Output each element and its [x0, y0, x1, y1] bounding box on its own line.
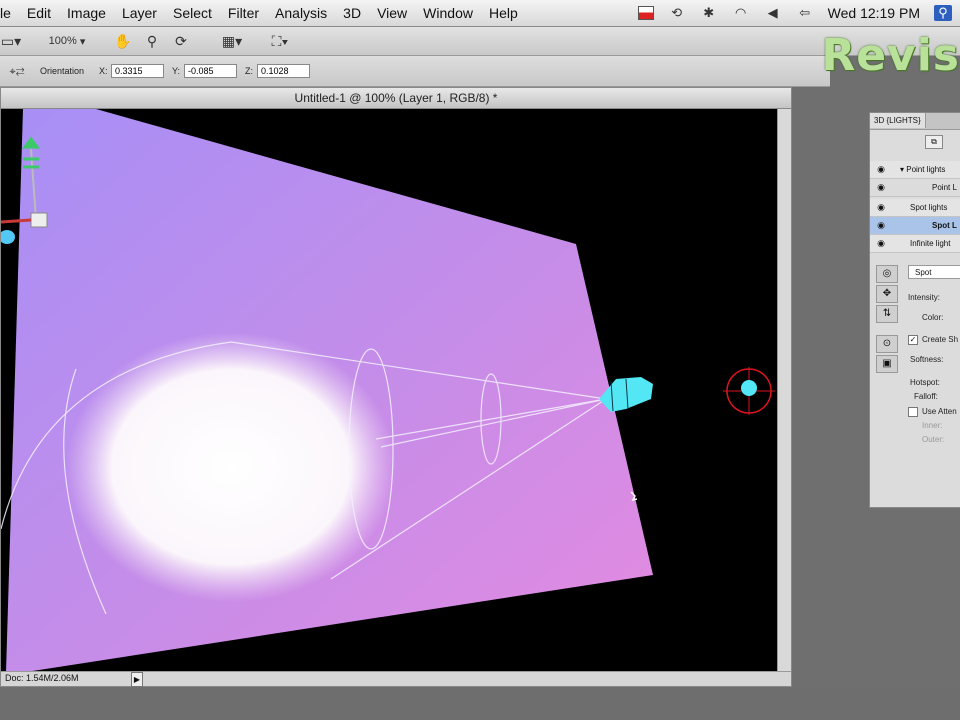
visibility-eye-icon[interactable]: ◉ — [875, 219, 887, 232]
scene-filter-icon[interactable]: ⧉ — [925, 135, 943, 149]
screen-mode-icon[interactable]: ▭▾ — [0, 31, 22, 51]
menu-image[interactable]: Image — [59, 5, 114, 21]
light-target-gizmo[interactable] — [723, 367, 775, 415]
color-label: Color: — [922, 313, 944, 322]
panel-tab-bar: 3D {LIGHTS} — [870, 113, 960, 130]
spotlight-hotspot — [66, 332, 396, 602]
z-label: Z: — [245, 66, 253, 76]
light-slide-tool-icon[interactable]: ⇅ — [876, 305, 898, 323]
tool-options-bar: ⌖⇄ Orientation X: Y: Z: — [0, 56, 830, 87]
create-shadows-checkbox[interactable]: ✓ — [908, 335, 918, 345]
softness-label: Softness: — [910, 355, 944, 364]
light-type-value: Spot — [915, 268, 932, 277]
hand-tool-icon[interactable]: ✋ — [113, 31, 133, 51]
light-row-spot-lights[interactable]: ◉ Spot lights — [870, 199, 960, 217]
desktop-background — [0, 688, 960, 720]
falloff-label: Falloff: — [914, 392, 938, 401]
use-attenuation-label: Use Atten — [922, 407, 957, 416]
outer-label: Outer: — [922, 435, 945, 444]
menu-view[interactable]: View — [369, 5, 415, 21]
light-row-point-light[interactable]: ◉ Point L — [870, 179, 960, 197]
light-row-point-lights[interactable]: ◉ ▾ Point lights — [870, 161, 960, 179]
use-attenuation-checkbox[interactable] — [908, 407, 918, 417]
menu-analysis[interactable]: Analysis — [267, 5, 335, 21]
light-group-label: Infinite light — [910, 239, 951, 248]
panel-tab-3d-lights[interactable]: 3D {LIGHTS} — [870, 113, 926, 128]
inner-label: Inner: — [922, 421, 943, 430]
panel-filter-buttons: ⧉ — [925, 135, 960, 149]
document-status-bar: Doc: 1.54M/2.06M ▶ — [1, 671, 791, 687]
visibility-eye-icon[interactable]: ◉ — [875, 163, 887, 176]
menu-edit[interactable]: Edit — [19, 5, 59, 21]
status-menu-arrow-icon[interactable]: ▶ — [131, 672, 143, 687]
bluetooth-icon[interactable]: ✱ — [700, 5, 718, 21]
light-row-spot-light-selected[interactable]: ◉ Spot L — [870, 217, 960, 235]
document-title[interactable]: Untitled-1 @ 100% (Layer 1, RGB/8) * — [1, 88, 791, 109]
menu-help[interactable]: Help — [481, 5, 526, 21]
light-rotate-tool-icon[interactable]: ◎ — [876, 265, 898, 283]
y-orientation-field[interactable] — [184, 64, 237, 78]
application-bar: ▭▾ 100% ▾ ✋ ⚲ ⟳ ▦▾ ⛶▾ — [0, 27, 960, 56]
move-to-view-icon[interactable]: ▣ — [876, 355, 898, 373]
light-item-label: Point L — [932, 183, 957, 192]
hotspot-label: Hotspot: — [910, 378, 940, 387]
x-label: X: — [99, 66, 108, 76]
zoom-level-select[interactable]: 100% ▾ — [42, 31, 92, 51]
screen-mode-toggle-icon[interactable]: ⛶▾ — [262, 31, 298, 51]
visibility-eye-icon[interactable]: ◉ — [875, 181, 887, 194]
flag-icon[interactable] — [637, 6, 654, 20]
arrange-documents-icon[interactable]: ▦▾ — [212, 31, 252, 51]
document-canvas[interactable] — [1, 109, 777, 672]
spotlight-icon[interactable]: ⚲ — [934, 5, 952, 21]
intensity-label: Intensity: — [908, 293, 941, 302]
document-size-info: Doc: 1.54M/2.06M — [5, 673, 79, 683]
menu-3d[interactable]: 3D — [335, 5, 369, 21]
create-shadows-label: Create Sh — [922, 335, 959, 344]
zoom-tool-icon[interactable]: ⚲ — [142, 31, 162, 51]
vertical-scrollbar[interactable] — [777, 109, 791, 672]
rotate-view-icon[interactable]: ⟳ — [171, 31, 191, 51]
menubar-clock[interactable]: Wed 12:19 PM — [828, 5, 920, 21]
point-at-origin-icon[interactable]: ⊙ — [876, 335, 898, 353]
menu-layer[interactable]: Layer — [114, 5, 165, 21]
light-group-label: ▾ Point lights — [900, 165, 946, 174]
input-menu-icon[interactable]: ⇦ — [796, 5, 814, 21]
y-label: Y: — [172, 66, 181, 76]
light-row-infinite-lights[interactable]: ◉ Infinite light — [870, 235, 960, 253]
x-orientation-field[interactable] — [111, 64, 164, 78]
menu-bar: le Edit Image Layer Select Filter Analys… — [0, 0, 960, 27]
document-window: Untitled-1 @ 100% (Layer 1, RGB/8) * Doc… — [0, 87, 792, 687]
volume-icon[interactable]: ◀ — [764, 5, 782, 21]
light-type-select[interactable]: Spot — [908, 265, 960, 279]
light-item-label: Spot L — [932, 221, 957, 230]
menu-file[interactable]: le — [0, 5, 19, 21]
zoom-level-value: 100% — [48, 35, 77, 47]
scene-3d[interactable] — [1, 109, 777, 672]
menu-select[interactable]: Select — [165, 5, 220, 21]
time-machine-icon[interactable]: ⟲ — [668, 5, 686, 21]
visibility-eye-icon[interactable]: ◉ — [875, 201, 887, 214]
light-pan-tool-icon[interactable]: ✥ — [876, 285, 898, 303]
watermark-logo: Revis — [821, 30, 960, 81]
orientation-label: Orientation — [40, 66, 85, 76]
light-tool-icon[interactable]: ⌖⇄ — [0, 62, 34, 82]
visibility-eye-icon[interactable]: ◉ — [875, 237, 887, 250]
menu-filter[interactable]: Filter — [220, 5, 267, 21]
3d-lights-panel: 3D {LIGHTS} ⧉ ◉ ▾ Point lights ◉ Point L… — [869, 112, 960, 508]
light-group-label: Spot lights — [910, 203, 948, 212]
menu-window[interactable]: Window — [415, 5, 481, 21]
z-orientation-field[interactable] — [257, 64, 310, 78]
wifi-icon[interactable]: ◠ — [732, 5, 750, 21]
